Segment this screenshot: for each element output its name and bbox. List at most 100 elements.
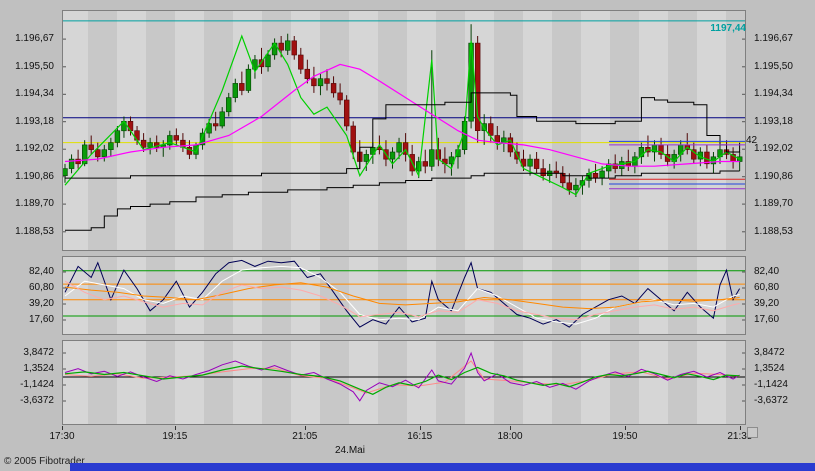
- session-stripe: [610, 340, 639, 425]
- candle-body: [574, 185, 579, 190]
- session-stripe: [494, 256, 523, 335]
- x-axis-tick: [305, 426, 306, 430]
- y-axis-label: 82,40: [29, 266, 54, 277]
- session-stripe: [204, 340, 233, 425]
- session-stripe: [610, 10, 639, 251]
- candle-body: [325, 79, 330, 84]
- candle-body: [279, 43, 284, 50]
- candle-body: [220, 112, 225, 126]
- y-axis-label: 1.196,67: [15, 33, 54, 44]
- session-stripe: [436, 10, 465, 251]
- y-axis-label: 1.193,18: [15, 116, 54, 127]
- session-stripe: [610, 256, 639, 335]
- session-stripe: [378, 340, 407, 425]
- candle-body: [318, 79, 323, 86]
- candle-body: [495, 136, 500, 143]
- y-axis-label: 1.190,86: [754, 171, 793, 182]
- session-stripe: [436, 256, 465, 335]
- fibotrader-window: 1.196,67 1.195,50 1.194,34 1.193,18 1.192,02…: [0, 0, 815, 471]
- y-axis-label: 1,3524: [754, 363, 785, 374]
- session-stripe: [668, 340, 697, 425]
- y-axis-label: -1,1424: [20, 379, 54, 390]
- session-stripe: [726, 10, 746, 251]
- price-chart-panel[interactable]: [62, 10, 746, 251]
- candle-body: [148, 143, 153, 148]
- session-stripe: [668, 256, 697, 335]
- x-axis-label: 19:50: [612, 431, 637, 442]
- oscillator-chart[interactable]: [62, 340, 746, 425]
- candle-body: [488, 124, 493, 136]
- x-axis-tick: [62, 426, 63, 430]
- y-axis-label: 82,40: [754, 266, 779, 277]
- indicator-value-label: 42: [746, 135, 757, 146]
- axis-corner-button[interactable]: [747, 427, 758, 438]
- horizontal-scrollbar[interactable]: [70, 463, 815, 471]
- y-axis-label: 1.188,53: [754, 226, 793, 237]
- x-axis-label: 19:15: [162, 431, 187, 442]
- candle-body: [109, 143, 114, 150]
- candle-body: [239, 83, 244, 90]
- price-level-label: 1197,44: [698, 23, 746, 34]
- candle-body: [266, 55, 271, 67]
- y-axis-label: 1.189,70: [15, 198, 54, 209]
- candle-body: [423, 162, 428, 167]
- candle-body: [174, 136, 179, 141]
- candle-body: [397, 143, 402, 153]
- y-axis-label: -3,6372: [20, 395, 54, 406]
- y-axis-label: 60,80: [29, 282, 54, 293]
- candle-body: [89, 145, 94, 150]
- session-stripe: [320, 10, 349, 251]
- y-axis-label: 1.190,86: [15, 171, 54, 182]
- session-stripe: [262, 340, 291, 425]
- y-axis-label: 1.192,02: [15, 143, 54, 154]
- oscillator-panel[interactable]: [62, 340, 746, 425]
- candle-body: [534, 159, 539, 169]
- candle-body: [233, 83, 238, 97]
- candle-body: [593, 173, 598, 178]
- x-axis-tick: [175, 426, 176, 430]
- candle-body: [567, 183, 572, 190]
- candle-body: [292, 41, 297, 55]
- y-axis-label: 1.193,18: [754, 116, 793, 127]
- y-axis-label: 1.196,67: [754, 33, 793, 44]
- x-axis-tick: [740, 426, 741, 430]
- session-stripe: [146, 340, 175, 425]
- stochastic-chart[interactable]: [62, 256, 746, 335]
- stochastic-panel[interactable]: [62, 256, 746, 335]
- candle-body: [429, 150, 434, 167]
- session-stripe: [552, 10, 581, 251]
- session-stripe: [494, 10, 523, 251]
- session-stripe: [668, 10, 697, 251]
- candle-body: [351, 126, 356, 152]
- session-stripe: [88, 10, 117, 251]
- session-stripe: [494, 340, 523, 425]
- y-axis-label: -1,1424: [754, 379, 788, 390]
- x-axis-tick: [625, 426, 626, 430]
- candle-body: [737, 157, 742, 162]
- candle-body: [331, 83, 336, 93]
- candle-body: [600, 171, 605, 178]
- candlestick-chart[interactable]: [62, 10, 746, 251]
- x-axis-tick: [420, 426, 421, 430]
- y-axis-label: 17,60: [29, 314, 54, 325]
- y-axis-label: 1.189,70: [754, 198, 793, 209]
- candle-body: [95, 150, 100, 157]
- candle-body: [285, 41, 290, 51]
- y-axis-label: 1.195,50: [15, 61, 54, 72]
- left-price-axis: 1.196,671.195,501.194,341.193,181.192,02…: [0, 0, 58, 471]
- y-axis-label: 1.188,53: [15, 226, 54, 237]
- candle-body: [76, 159, 81, 164]
- x-axis-label: 21:05: [292, 431, 317, 442]
- candle-body: [63, 169, 68, 176]
- candle-body: [541, 169, 546, 176]
- y-axis-label: 1,3524: [23, 363, 54, 374]
- y-axis-label: 1.194,34: [754, 88, 793, 99]
- x-axis-tick: [510, 426, 511, 430]
- candle-body: [115, 131, 120, 143]
- date-label: 24.Mai: [335, 445, 365, 456]
- candle-body: [364, 154, 369, 161]
- y-axis-label: 3,8472: [754, 347, 785, 358]
- candle-body: [226, 98, 231, 112]
- y-axis-label: 60,80: [754, 282, 779, 293]
- x-axis-label: 17:30: [49, 431, 74, 442]
